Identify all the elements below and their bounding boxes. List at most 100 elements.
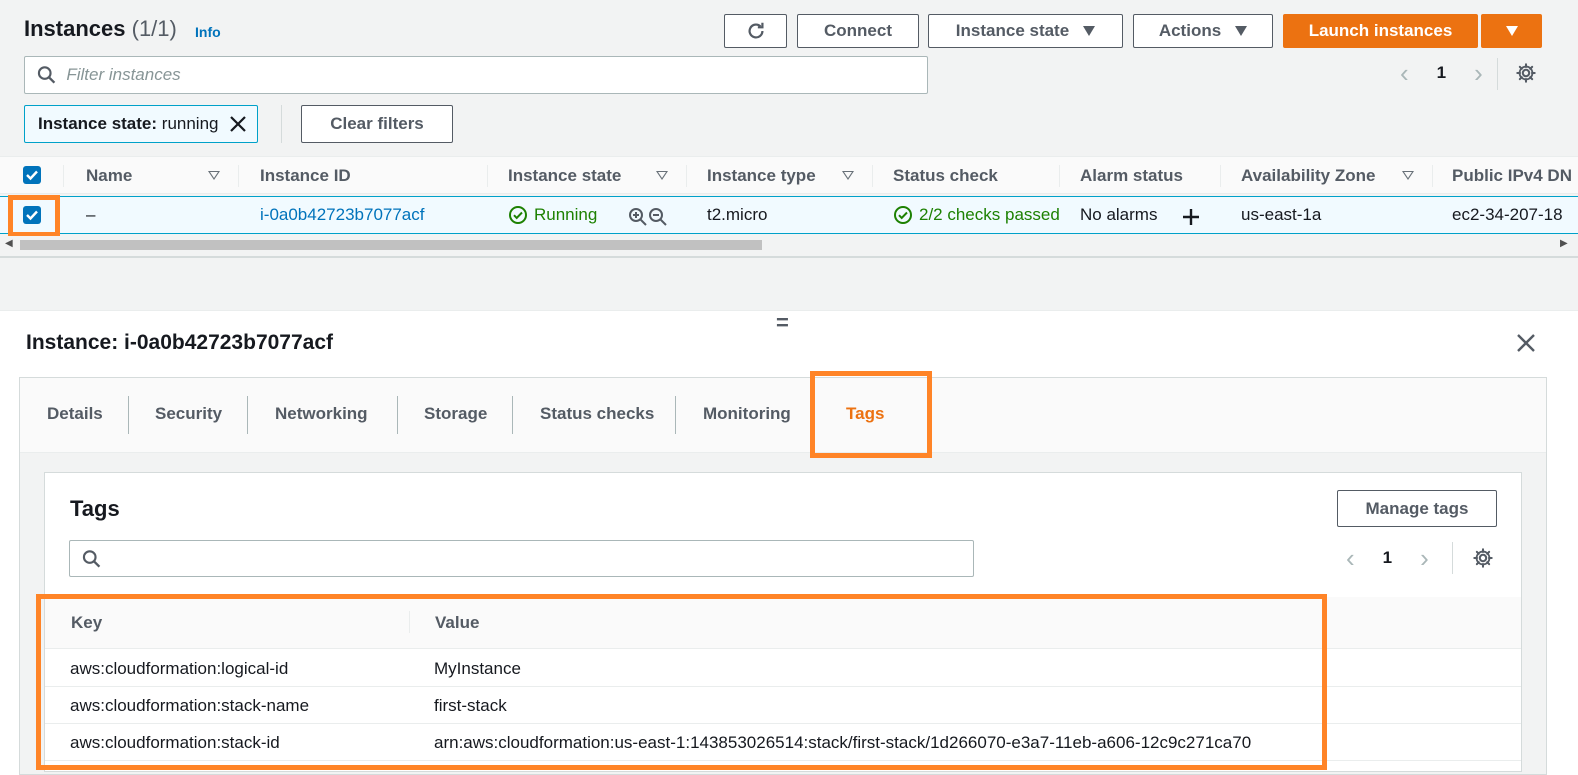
- tab-details[interactable]: Details: [47, 404, 103, 424]
- column-instance-type[interactable]: Instance type: [707, 166, 816, 186]
- horizontal-scrollbar[interactable]: ◀ ▶: [0, 236, 1578, 254]
- zoom-out-icon[interactable]: [648, 207, 668, 227]
- sort-icon[interactable]: [656, 171, 668, 180]
- tags-tab-highlight: [810, 371, 932, 458]
- column-alarm-status[interactable]: Alarm status: [1080, 166, 1183, 186]
- page-number[interactable]: 1: [1383, 548, 1392, 568]
- filter-instances-input[interactable]: [66, 65, 927, 85]
- select-all-checkbox[interactable]: [23, 166, 41, 184]
- divider: [0, 256, 1578, 258]
- instance-state-label: Instance state: [955, 21, 1070, 40]
- column-status-check[interactable]: Status check: [893, 166, 998, 186]
- settings-gear-icon[interactable]: [1515, 62, 1537, 84]
- page-number[interactable]: 1: [1437, 63, 1446, 83]
- tab-divider: [397, 396, 398, 434]
- refresh-icon: [748, 22, 764, 39]
- instance-detail-title: Instance: i-0a0b42723b7077acf: [26, 331, 334, 354]
- settings-gear-icon[interactable]: [1472, 547, 1494, 569]
- column-divider: [63, 165, 64, 187]
- scroll-left-icon[interactable]: ◀: [5, 238, 13, 249]
- tab-divider: [128, 396, 129, 434]
- instance-state-label: Running: [534, 205, 598, 224]
- instances-table-header: Name Instance ID Instance state Instance…: [0, 156, 1578, 194]
- tab-status-checks[interactable]: Status checks: [540, 404, 654, 424]
- chevron-right-icon[interactable]: ›: [1474, 60, 1483, 86]
- column-name[interactable]: Name: [86, 166, 132, 186]
- actions-label: Actions: [1158, 21, 1222, 40]
- column-divider: [487, 165, 488, 187]
- refresh-button[interactable]: [724, 14, 787, 48]
- add-alarm-icon[interactable]: [1181, 207, 1201, 227]
- page-title: Instances (1/1): [24, 16, 177, 41]
- connect-button[interactable]: Connect: [797, 14, 919, 48]
- launch-options-dropdown[interactable]: [1481, 14, 1542, 48]
- caret-down-icon: [1235, 26, 1248, 36]
- tab-bar: Details Security Networking Storage Stat…: [20, 378, 1546, 453]
- tags-pagination: ‹ 1 ›: [1346, 545, 1429, 571]
- filter-instances-search[interactable]: [24, 56, 928, 94]
- instances-pagination: ‹ 1 ›: [1400, 60, 1483, 86]
- tab-divider: [512, 396, 513, 434]
- instance-name: –: [86, 205, 96, 224]
- tab-storage[interactable]: Storage: [424, 404, 487, 424]
- search-icon: [82, 549, 101, 568]
- tags-search[interactable]: [69, 540, 974, 577]
- filter-token-value: running: [161, 114, 219, 133]
- zoom-in-icon[interactable]: [628, 207, 648, 227]
- column-divider: [686, 165, 687, 187]
- tab-divider: [675, 396, 676, 434]
- tags-search-input[interactable]: [111, 548, 973, 569]
- public-dns: ec2-34-207-18: [1452, 205, 1563, 224]
- column-divider: [1432, 165, 1433, 187]
- tab-divider: [247, 396, 248, 434]
- alarm-status: No alarms: [1080, 205, 1158, 224]
- column-divider: [238, 165, 239, 187]
- actions-dropdown[interactable]: Actions: [1133, 14, 1273, 48]
- chevron-right-icon[interactable]: ›: [1420, 545, 1429, 571]
- clear-filters-button[interactable]: Clear filters: [301, 105, 453, 143]
- tags-table-highlight: [36, 594, 1327, 770]
- tab-networking[interactable]: Networking: [275, 404, 368, 424]
- divider: [1497, 58, 1498, 90]
- sort-icon[interactable]: [842, 171, 854, 180]
- checkbox-highlight: [8, 195, 60, 237]
- column-divider: [1059, 165, 1060, 187]
- manage-tags-button[interactable]: Manage tags: [1337, 490, 1497, 527]
- search-icon: [37, 66, 56, 84]
- tab-security[interactable]: Security: [155, 404, 222, 424]
- filter-token: Instance state: running: [24, 105, 258, 143]
- caret-down-icon: [1505, 26, 1518, 36]
- check-circle-icon: [894, 206, 912, 224]
- column-instance-state[interactable]: Instance state: [508, 166, 621, 186]
- instance-state-running: Running: [508, 205, 597, 225]
- column-public-dns[interactable]: Public IPv4 DN: [1452, 166, 1572, 186]
- chevron-left-icon[interactable]: ‹: [1346, 545, 1355, 571]
- remove-filter-icon[interactable]: [229, 115, 247, 133]
- scrollbar-thumb[interactable]: [20, 240, 762, 250]
- launch-instances-button[interactable]: Launch instances: [1283, 14, 1478, 48]
- instance-id-link[interactable]: i-0a0b42723b7077acf: [260, 205, 424, 225]
- check-icon: [26, 170, 38, 181]
- tab-monitoring[interactable]: Monitoring: [703, 404, 791, 424]
- instance-state-dropdown[interactable]: Instance state: [928, 14, 1123, 48]
- instance-count: (1/1): [131, 16, 177, 41]
- chevron-left-icon[interactable]: ‹: [1400, 60, 1409, 86]
- table-row[interactable]: – i-0a0b42723b7077acf Running t2.micro 2…: [0, 196, 1578, 234]
- check-circle-icon: [509, 206, 527, 224]
- divider: [1452, 542, 1453, 574]
- sort-icon[interactable]: [1402, 171, 1414, 180]
- column-availability-zone[interactable]: Availability Zone: [1241, 166, 1375, 186]
- instance-type: t2.micro: [707, 205, 768, 224]
- filter-token-key: Instance state:: [38, 114, 158, 133]
- column-instance-id[interactable]: Instance ID: [260, 166, 351, 186]
- sort-icon[interactable]: [208, 171, 220, 180]
- close-icon[interactable]: [1515, 332, 1537, 354]
- info-link[interactable]: Info: [195, 24, 221, 40]
- divider: [281, 105, 282, 143]
- column-divider: [872, 165, 873, 187]
- column-divider: [1220, 165, 1221, 187]
- caret-down-icon: [1083, 26, 1096, 36]
- scroll-right-icon[interactable]: ▶: [1560, 238, 1568, 249]
- tags-title: Tags: [70, 496, 120, 521]
- resize-handle[interactable]: =: [776, 310, 789, 336]
